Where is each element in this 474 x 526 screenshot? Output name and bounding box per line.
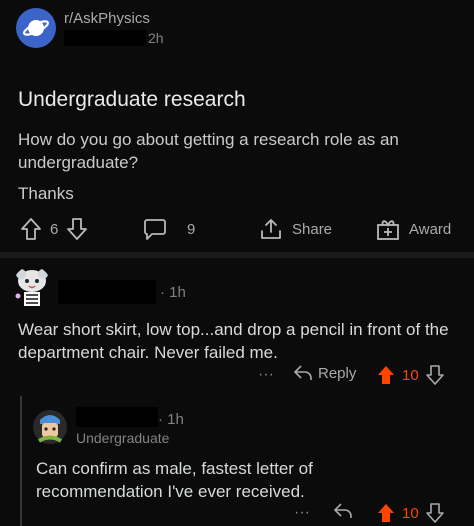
subreddit-name[interactable]: r/AskPhysics <box>64 10 150 27</box>
post-body-thanks: Thanks <box>18 184 74 203</box>
avatar-icon <box>15 269 48 306</box>
redacted-username <box>76 407 158 427</box>
comment-vote-count: 10 <box>402 366 419 384</box>
upvote-button[interactable] <box>376 502 396 524</box>
comments-button[interactable]: 9 <box>143 216 195 242</box>
redacted-username <box>64 30 146 46</box>
upvote-button[interactable] <box>20 217 42 241</box>
upvote-icon <box>378 366 394 384</box>
more-icon: ··· <box>294 504 310 521</box>
downvote-icon <box>425 503 444 523</box>
comment-vote-count: 10 <box>402 504 419 522</box>
avatar-icon <box>33 410 67 444</box>
user-flair: Undergraduate <box>76 430 170 446</box>
comment-text: Wear short skirt, low top...and drop a p… <box>18 320 449 362</box>
share-label: Share <box>292 220 333 238</box>
comment-age: · 1h <box>160 284 186 301</box>
reply-button[interactable] <box>333 502 353 520</box>
reply-label: Reply <box>318 364 357 382</box>
downvote-button[interactable] <box>425 502 445 524</box>
comment-age: · 1h <box>158 411 184 428</box>
thread-line[interactable] <box>20 396 22 526</box>
share-button[interactable]: Share <box>259 216 332 242</box>
more-icon: ··· <box>258 366 274 383</box>
downvote-icon <box>425 365 444 385</box>
post-body: How do you go about getting a research r… <box>18 130 399 172</box>
upvote-icon <box>378 504 394 522</box>
post-age: 2h <box>148 30 164 46</box>
downvote-button[interactable] <box>425 364 445 386</box>
award-button[interactable]: Award <box>376 216 451 242</box>
reply-icon <box>334 503 352 518</box>
commenter-avatar[interactable] <box>12 266 52 310</box>
post-vote-count: 6 <box>50 220 59 238</box>
post-divider <box>0 252 474 258</box>
comment-icon <box>144 219 166 240</box>
redacted-username <box>58 280 156 304</box>
more-options-button[interactable]: ··· <box>294 504 310 522</box>
post-vote-group: 6 <box>20 216 88 242</box>
share-icon <box>261 219 281 239</box>
downvote-button[interactable] <box>66 217 88 241</box>
commenter-avatar[interactable] <box>32 408 68 446</box>
planet-icon <box>22 20 50 36</box>
downvote-icon <box>67 218 88 240</box>
post-title[interactable]: Undergraduate research <box>18 88 246 112</box>
comment-count: 9 <box>187 220 196 238</box>
reply-button[interactable]: Reply <box>293 364 356 382</box>
upvote-button[interactable] <box>376 364 396 386</box>
comment-text: Can confirm as male, fastest letter of r… <box>36 459 313 501</box>
comment-vote-group: 10 <box>376 364 445 386</box>
upvote-icon <box>21 218 41 240</box>
more-options-button[interactable]: ··· <box>258 366 274 384</box>
comment-vote-group: 10 <box>376 502 445 524</box>
reply-icon <box>294 365 312 380</box>
award-icon <box>377 220 399 240</box>
subreddit-avatar[interactable] <box>16 8 56 48</box>
award-label: Award <box>409 220 452 238</box>
